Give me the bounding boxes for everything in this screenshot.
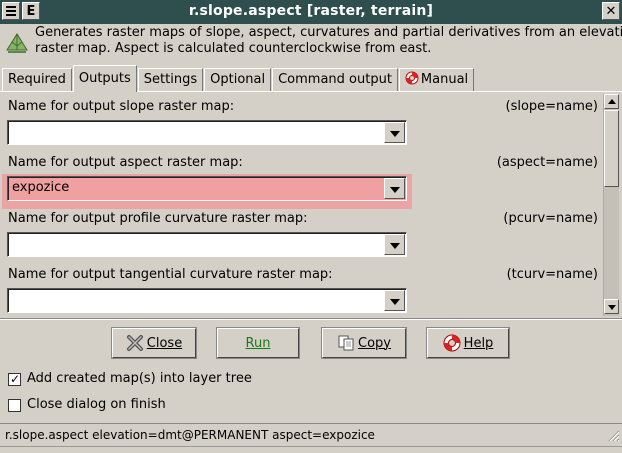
close-button[interactable]: Close (112, 328, 196, 358)
tab-optional[interactable]: Optional (204, 68, 272, 92)
tab-required[interactable]: Required (2, 68, 72, 92)
tab-settings[interactable]: Settings (137, 68, 204, 92)
aspect-output-combobox[interactable]: expozice (7, 176, 407, 201)
slope-field-label: Name for output slope raster map: (8, 99, 235, 114)
chevron-down-icon (390, 131, 400, 137)
tab-outputs[interactable]: Outputs (72, 65, 137, 92)
status-bar: r.slope.aspect elevation=dmt@PERMANENT a… (0, 423, 622, 445)
pcurv-output-combobox[interactable] (7, 232, 407, 257)
tab-label: Command output (278, 72, 392, 87)
scroll-down-button[interactable] (604, 299, 619, 314)
description-line-1: Generates raster maps of slope, aspect, … (35, 25, 622, 40)
tcurv-field-label: Name for output tangential curvature ras… (8, 267, 333, 282)
scroll-thumb[interactable] (604, 110, 619, 187)
aspect-field-label: Name for output aspect raster map: (8, 155, 243, 170)
pcurv-dropdown-button[interactable] (384, 234, 405, 255)
chevron-down-icon (390, 187, 400, 193)
aspect-dropdown-button[interactable] (384, 178, 405, 199)
chevron-up-icon (608, 99, 616, 104)
aspect-output-value: expozice (12, 180, 70, 195)
lifebuoy-icon (443, 334, 461, 352)
help-button[interactable]: Help (427, 328, 509, 358)
close-icon (126, 335, 143, 351)
add-to-layer-tree-label: Add created map(s) into layer tree (27, 371, 252, 386)
module-icon (6, 33, 28, 53)
pcurv-field-label: Name for output profile curvature raster… (8, 211, 308, 226)
tab-bar: Required Outputs Settings Optional Comma… (2, 65, 475, 92)
tcurv-output-combobox[interactable] (7, 288, 407, 313)
separator (0, 318, 622, 320)
copy-button[interactable]: Copy (322, 328, 406, 358)
close-icon: ✕ (605, 4, 617, 19)
window-bottom-edge (0, 446, 622, 453)
run-button-label: Run (245, 335, 271, 351)
tab-manual[interactable]: Manual (398, 68, 475, 92)
tab-label: Required (8, 72, 66, 87)
close-on-finish-label: Close dialog on finish (27, 397, 166, 412)
copy-icon (338, 335, 354, 351)
chevron-down-icon (390, 299, 400, 305)
description-line-2: raster map. Aspect is calculated counter… (35, 41, 432, 56)
tab-label: Manual (420, 72, 469, 87)
pcurv-field-key: (pcurv=name) (503, 211, 598, 226)
lifebuoy-icon (405, 71, 419, 85)
slope-field-key: (slope=name) (505, 99, 599, 114)
module-description: Generates raster maps of slope, aspect, … (35, 25, 622, 57)
help-button-label: Help (463, 335, 494, 351)
tab-label: Optional (210, 72, 266, 87)
close-on-finish-checkbox[interactable] (8, 399, 21, 412)
chevron-down-icon (608, 305, 616, 310)
aspect-field-key: (aspect=name) (496, 155, 598, 170)
run-button[interactable]: Run (217, 328, 299, 358)
checkmark-icon: ✓ (10, 372, 21, 386)
tab-label: Outputs (78, 71, 131, 86)
command-preview: r.slope.aspect elevation=dmt@PERMANENT a… (5, 428, 375, 442)
scroll-up-button[interactable] (604, 94, 619, 109)
add-to-layer-tree-checkbox[interactable]: ✓ (8, 372, 21, 386)
title-bar: E r.slope.aspect [raster, terrain] ✕ (0, 0, 622, 24)
resize-grip-icon[interactable] (606, 428, 620, 442)
window-close-button[interactable]: ✕ (602, 2, 620, 20)
outputs-panel: Name for output slope raster map: (slope… (0, 91, 622, 319)
window-title: r.slope.aspect [raster, terrain] (188, 3, 434, 19)
slope-output-combobox[interactable] (7, 120, 407, 145)
close-button-label: Close (146, 335, 183, 351)
slope-dropdown-button[interactable] (384, 122, 405, 143)
tcurv-dropdown-button[interactable] (384, 290, 405, 311)
panel-scrollbar[interactable] (603, 94, 619, 316)
tab-label: Settings (143, 72, 198, 87)
chevron-down-icon (390, 243, 400, 249)
tab-command-output[interactable]: Command output (272, 68, 398, 92)
tcurv-field-key: (tcurv=name) (506, 267, 598, 282)
copy-button-label: Copy (358, 335, 391, 351)
